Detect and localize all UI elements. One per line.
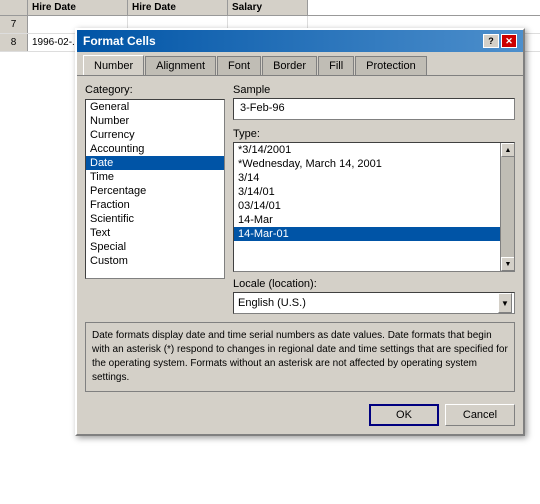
category-listbox[interactable]: General Number Currency Accounting Date …: [85, 99, 225, 279]
row-number: 7: [0, 16, 28, 33]
help-button[interactable]: ?: [483, 34, 499, 48]
row-num-header: [0, 0, 28, 15]
category-item-scientific[interactable]: Scientific: [86, 212, 224, 226]
content-body: Category: General Number Currency Accoun…: [85, 84, 515, 314]
tab-font[interactable]: Font: [217, 56, 261, 75]
locale-label: Locale (location):: [233, 278, 515, 290]
type-item-2[interactable]: 3/14: [234, 171, 500, 185]
row-number: 8: [0, 34, 28, 51]
left-panel: Category: General Number Currency Accoun…: [85, 84, 225, 314]
dialog-titlebar: Format Cells ? ✕: [77, 30, 523, 52]
category-item-custom[interactable]: Custom: [86, 254, 224, 268]
right-panel: Sample 3-Feb-96 Type: *3/14/2001 *Wednes…: [233, 84, 515, 314]
category-item-currency[interactable]: Currency: [86, 128, 224, 142]
column-headers: Hire Date Hire Date Salary: [0, 0, 540, 16]
category-item-special[interactable]: Special: [86, 240, 224, 254]
type-item-6[interactable]: 14-Mar-01: [234, 227, 500, 241]
category-item-accounting[interactable]: Accounting: [86, 142, 224, 156]
type-item-1[interactable]: *Wednesday, March 14, 2001: [234, 157, 500, 171]
dialog-buttons: OK Cancel: [77, 400, 523, 434]
scroll-up-button[interactable]: ▲: [501, 143, 515, 157]
type-label: Type:: [233, 128, 515, 140]
type-item-5[interactable]: 14-Mar: [234, 213, 500, 227]
type-item-0[interactable]: *3/14/2001: [234, 143, 500, 157]
description-area: Date formats display date and time seria…: [85, 322, 515, 392]
dropdown-arrow-icon[interactable]: ▼: [498, 293, 512, 313]
tab-fill[interactable]: Fill: [318, 56, 354, 75]
scroll-track[interactable]: [501, 157, 514, 257]
locale-section: Locale (location): English (U.S.) ▼: [233, 278, 515, 314]
type-scrollbar[interactable]: ▲ ▼: [500, 143, 514, 271]
type-listbox[interactable]: *3/14/2001 *Wednesday, March 14, 2001 3/…: [233, 142, 515, 272]
category-item-general[interactable]: General: [86, 100, 224, 114]
category-item-time[interactable]: Time: [86, 170, 224, 184]
tab-protection[interactable]: Protection: [355, 56, 427, 75]
sample-label: Sample: [233, 84, 515, 96]
type-item-3[interactable]: 3/14/01: [234, 185, 500, 199]
locale-dropdown[interactable]: English (U.S.) ▼: [233, 292, 515, 314]
sample-section: Sample 3-Feb-96: [233, 84, 515, 120]
cancel-button[interactable]: Cancel: [445, 404, 515, 426]
tab-alignment[interactable]: Alignment: [145, 56, 216, 75]
category-item-number[interactable]: Number: [86, 114, 224, 128]
col-header-salary: Salary: [228, 0, 308, 15]
tab-number[interactable]: Number: [83, 55, 144, 75]
type-item-4[interactable]: 03/14/01: [234, 199, 500, 213]
category-item-percentage[interactable]: Percentage: [86, 184, 224, 198]
dialog-title: Format Cells: [83, 34, 156, 48]
format-cells-dialog: Format Cells ? ✕ Number Alignment Font B…: [75, 28, 525, 436]
tab-border[interactable]: Border: [262, 56, 317, 75]
col-header-hire-date-1: Hire Date: [28, 0, 128, 15]
close-button[interactable]: ✕: [501, 34, 517, 48]
category-label: Category:: [85, 84, 225, 96]
category-item-date[interactable]: Date: [86, 156, 224, 170]
type-list: *3/14/2001 *Wednesday, March 14, 2001 3/…: [234, 143, 500, 271]
dialog-content: Category: General Number Currency Accoun…: [77, 75, 523, 400]
col-header-hire-date-2: Hire Date: [128, 0, 228, 15]
ok-button[interactable]: OK: [369, 404, 439, 426]
tab-bar: Number Alignment Font Border Fill Protec…: [77, 52, 523, 75]
sample-value: 3-Feb-96: [233, 98, 515, 120]
type-section: Type: *3/14/2001 *Wednesday, March 14, 2…: [233, 128, 515, 272]
category-item-text[interactable]: Text: [86, 226, 224, 240]
scroll-down-button[interactable]: ▼: [501, 257, 515, 271]
locale-value: English (U.S.): [238, 297, 306, 309]
category-item-fraction[interactable]: Fraction: [86, 198, 224, 212]
titlebar-buttons: ? ✕: [483, 34, 517, 48]
